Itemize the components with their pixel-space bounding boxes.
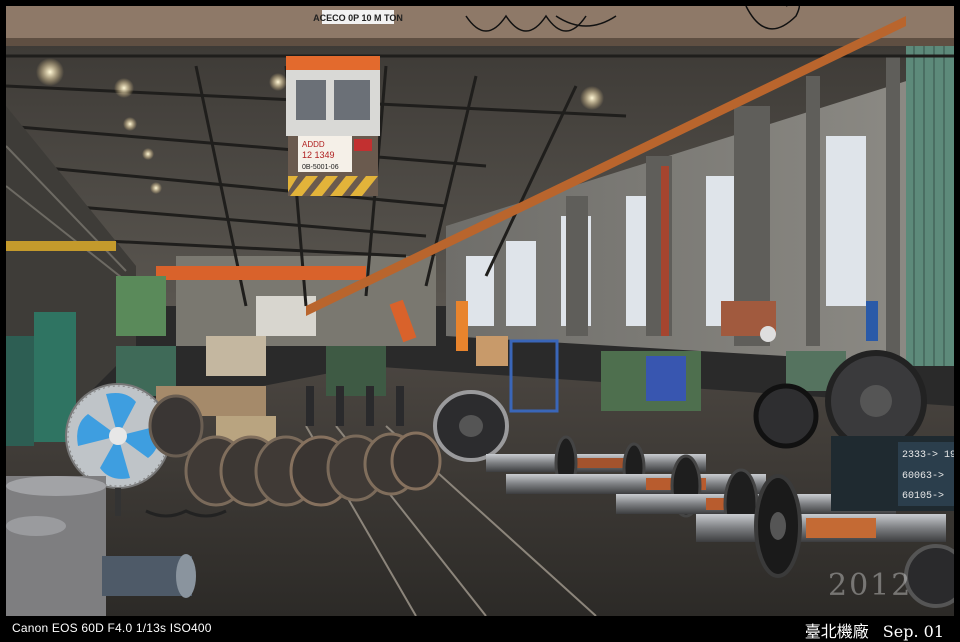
exif-info: Canon EOS 60D F4.0 1/13s ISO400 (12, 621, 212, 635)
chalkboard-line-1: 2333-> 1903 (902, 450, 954, 461)
chalkboard-line-3: 60105-> (902, 491, 944, 502)
date-label: Sep. 01 (882, 622, 944, 641)
chalkboard-line-2: 60063-> (902, 471, 944, 482)
location-label: 臺北機廠 (804, 622, 869, 641)
large-gear (753, 350, 927, 452)
cab-sign-line-3: 0B-5001-06 (302, 164, 339, 171)
cab-sign-line-1: ADDD (302, 140, 325, 149)
caption-bar: Canon EOS 60D F4.0 1/13s ISO400 臺北機廠 Sep.… (0, 616, 960, 642)
location-date: 臺北機廠 Sep. 01 (791, 618, 944, 642)
chalkboard: 2333-> 1903 60063-> 60105-> (831, 436, 954, 511)
crane-cab: ADDD 12 1349 0B-5001-06 (286, 56, 380, 196)
factory-scene: ACECO 0P 10 M TON ADDD 12 1349 0B-5001-0… (6, 6, 954, 616)
year-watermark: 2012 (828, 568, 913, 603)
crane-capacity-text: ACECO 0P 10 M TON (313, 13, 403, 23)
factory-photo: ACECO 0P 10 M TON ADDD 12 1349 0B-5001-0… (6, 6, 954, 616)
rear-crane-beam (156, 266, 366, 280)
cab-sign-line-2: 12 1349 (302, 150, 335, 160)
